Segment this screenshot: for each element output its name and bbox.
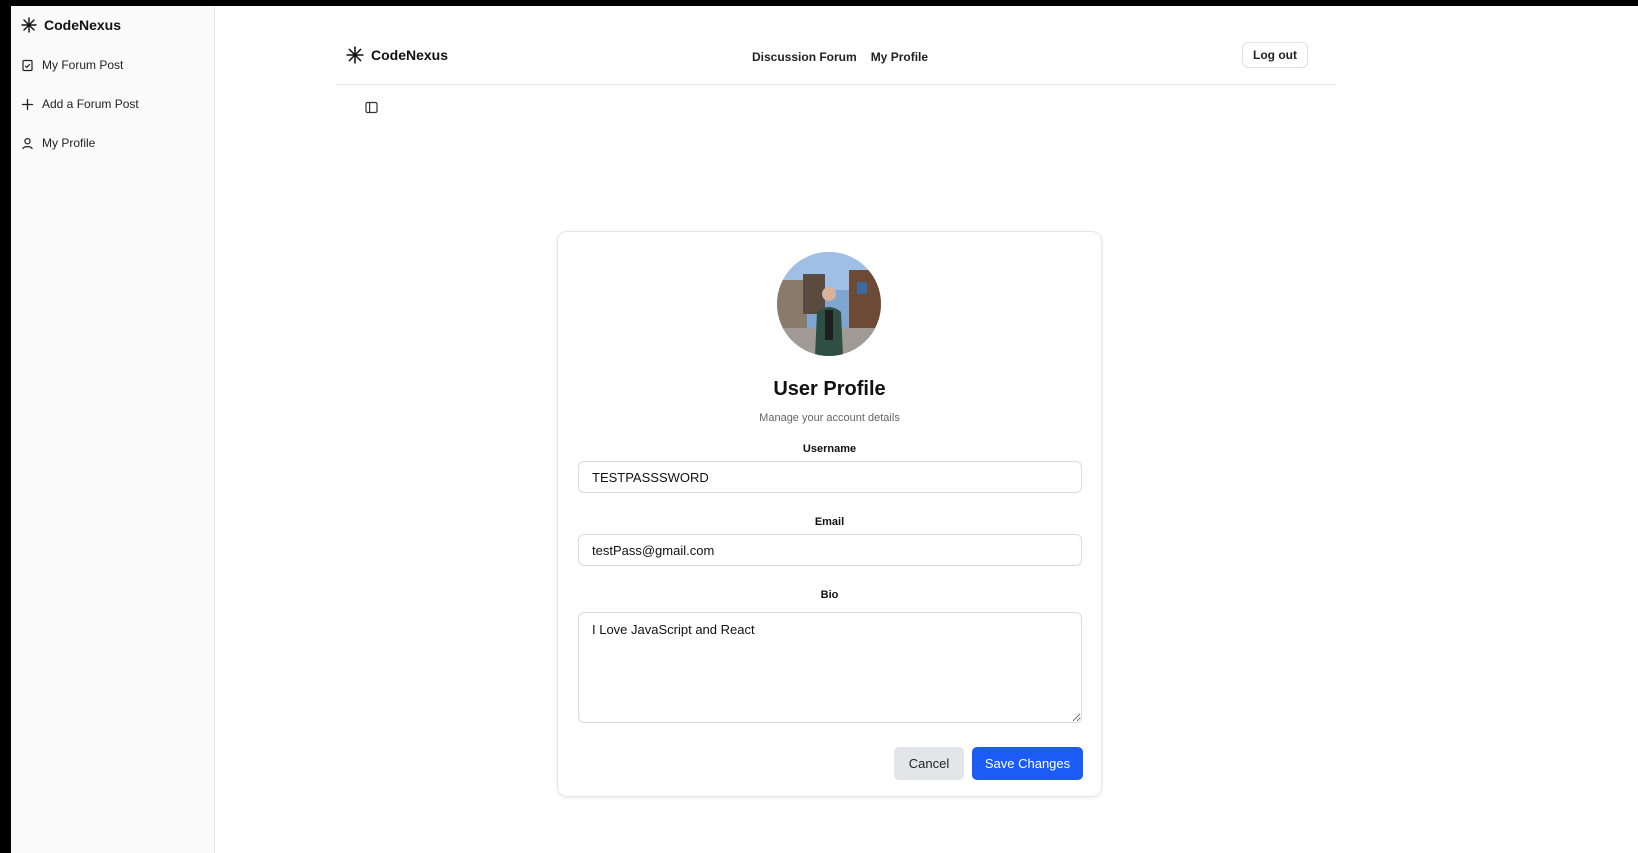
sidebar-item-label: My Profile bbox=[42, 136, 96, 150]
sidebar-item-label: Add a Forum Post bbox=[42, 97, 139, 111]
save-changes-button[interactable]: Save Changes bbox=[972, 747, 1083, 780]
logout-button[interactable]: Log out bbox=[1242, 42, 1308, 68]
nav-link-discussion-forum[interactable]: Discussion Forum bbox=[752, 50, 857, 64]
plus-icon bbox=[21, 98, 34, 111]
sidebar-item-add-forum-post[interactable]: Add a Forum Post bbox=[21, 93, 139, 115]
clipboard-icon bbox=[21, 59, 34, 72]
email-label: Email bbox=[814, 516, 845, 528]
email-input[interactable] bbox=[578, 534, 1082, 566]
avatar[interactable] bbox=[777, 252, 881, 356]
asterisk-logo-icon bbox=[346, 46, 364, 64]
username-label: Username bbox=[802, 443, 857, 455]
profile-card: User Profile Manage your account details… bbox=[557, 231, 1102, 797]
user-icon bbox=[21, 137, 34, 150]
header-nav: Discussion Forum My Profile bbox=[752, 50, 928, 64]
username-input[interactable] bbox=[578, 461, 1082, 493]
header-brand[interactable]: CodeNexus bbox=[346, 46, 448, 64]
sidebar-item-my-profile[interactable]: My Profile bbox=[21, 132, 139, 154]
page-subtitle: Manage your account details bbox=[759, 412, 900, 424]
sidebar-brand[interactable]: CodeNexus bbox=[21, 17, 121, 33]
sidebar: CodeNexus My Forum Post Add a Forum Post… bbox=[11, 6, 215, 853]
bio-textarea[interactable]: I Love JavaScript and React bbox=[578, 612, 1082, 723]
top-navbar: CodeNexus Discussion Forum My Profile Lo… bbox=[336, 42, 1336, 85]
sidebar-brand-name: CodeNexus bbox=[44, 17, 122, 33]
cancel-button[interactable]: Cancel bbox=[894, 747, 964, 780]
page-title: User Profile bbox=[773, 378, 886, 400]
sidebar-item-label: My Forum Post bbox=[42, 58, 124, 72]
sidebar-nav: My Forum Post Add a Forum Post My Profil… bbox=[21, 54, 139, 171]
sidebar-toggle-icon[interactable] bbox=[365, 101, 378, 114]
bio-label: Bio bbox=[820, 589, 839, 601]
asterisk-logo-icon bbox=[21, 17, 37, 33]
app-window: CodeNexus My Forum Post Add a Forum Post… bbox=[11, 6, 1638, 853]
sidebar-item-my-forum-post[interactable]: My Forum Post bbox=[21, 54, 139, 76]
nav-link-my-profile[interactable]: My Profile bbox=[871, 50, 928, 64]
header-brand-name: CodeNexus bbox=[371, 47, 449, 63]
